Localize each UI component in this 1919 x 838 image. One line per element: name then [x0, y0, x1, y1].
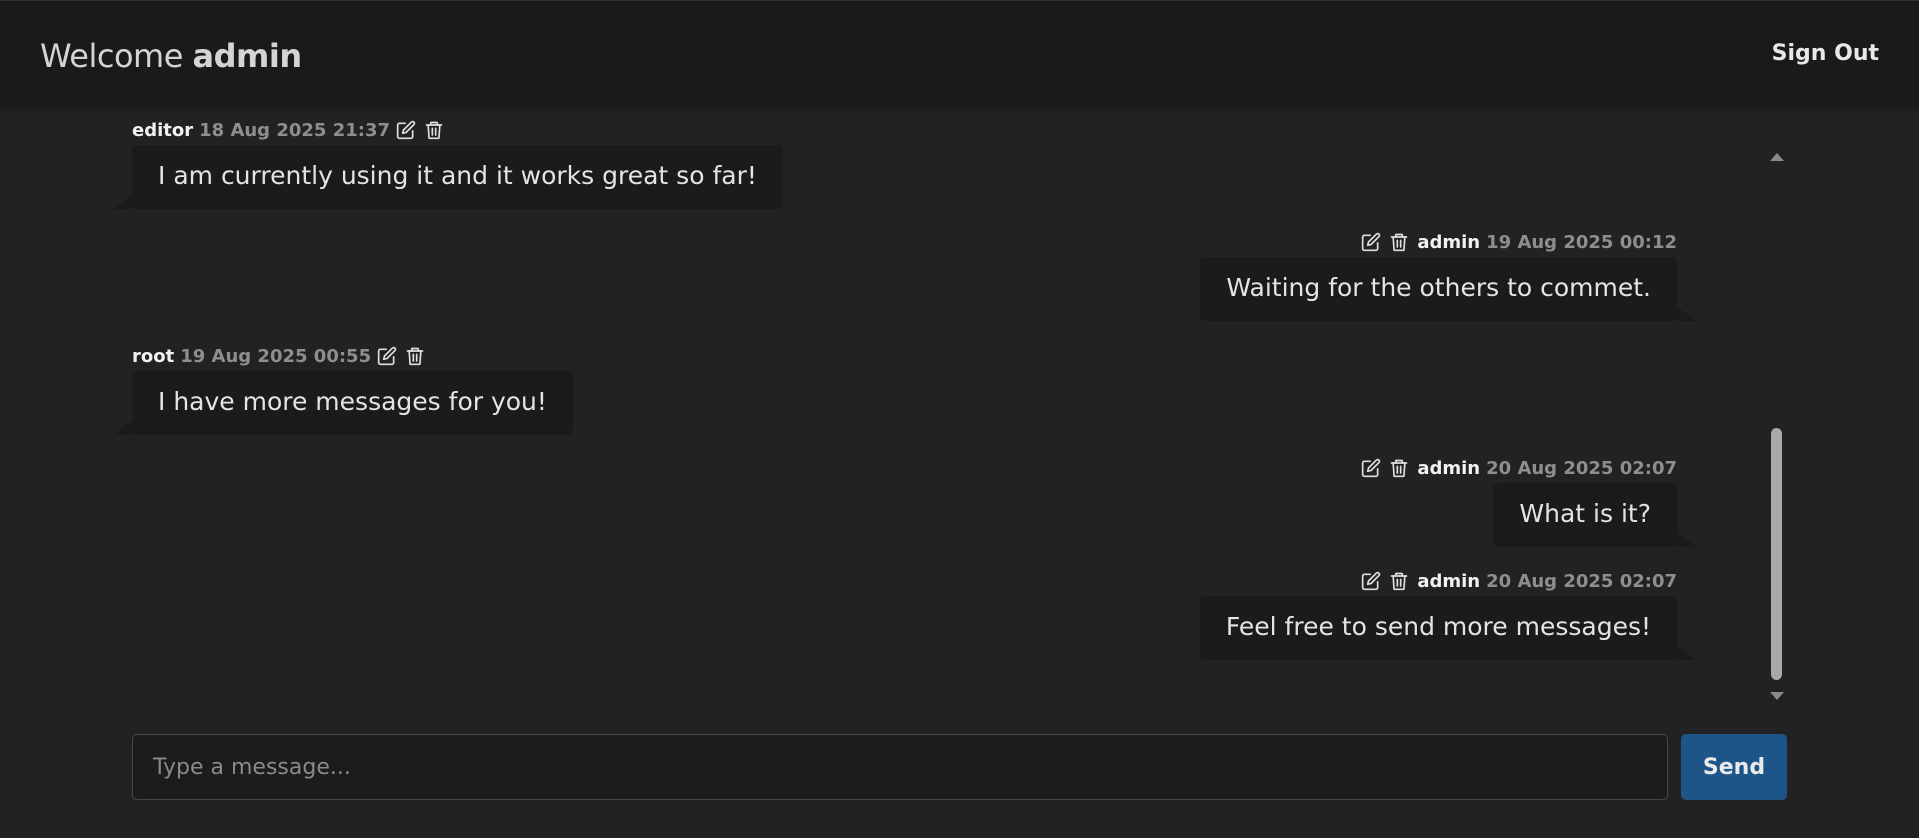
edit-icon[interactable]: [1361, 458, 1383, 480]
message-timestamp: 19 Aug 2025 00:55: [180, 346, 372, 367]
edit-icon[interactable]: [1361, 232, 1383, 254]
edit-icon[interactable]: [396, 120, 418, 142]
scroll-up-arrow-icon[interactable]: [1770, 153, 1784, 161]
message-meta: admin 19 Aug 2025 00:12: [1200, 232, 1677, 254]
message-author: admin: [1417, 571, 1481, 592]
edit-icon[interactable]: [377, 346, 399, 368]
message-author: editor: [132, 120, 194, 141]
message-input[interactable]: [132, 734, 1668, 800]
message-bubble: I have more messages for you!: [112, 371, 573, 435]
message-timestamp: 20 Aug 2025 02:07: [1486, 458, 1677, 479]
trash-icon[interactable]: [405, 346, 427, 368]
message-item: admin 20 Aug 2025 02:07 Feel free to sen…: [1199, 571, 1698, 660]
message-meta: admin 20 Aug 2025 02:07: [1361, 458, 1677, 480]
app-header: Welcome admin Sign Out: [0, 0, 1919, 106]
message-author: admin: [1417, 458, 1481, 479]
trash-icon[interactable]: [424, 120, 446, 142]
trash-icon[interactable]: [1389, 232, 1411, 254]
welcome-prefix: Welcome: [40, 37, 183, 75]
send-button[interactable]: Send: [1681, 734, 1787, 800]
message-timestamp: 20 Aug 2025 02:07: [1486, 571, 1677, 592]
message-author: root: [132, 346, 175, 367]
edit-icon[interactable]: [1361, 571, 1383, 593]
message-item: admin 19 Aug 2025 00:12 Waiting for the …: [1200, 232, 1697, 321]
message-bubble: Feel free to send more messages!: [1199, 596, 1698, 660]
message-timestamp: 19 Aug 2025 00:12: [1486, 232, 1677, 253]
message-item: root 19 Aug 2025 00:55 I have more messa…: [112, 346, 573, 435]
message-author: admin: [1417, 232, 1481, 253]
message-item: editor 18 Aug 2025 21:37 I am currently …: [112, 120, 783, 209]
welcome-username: admin: [192, 37, 303, 75]
message-meta: editor 18 Aug 2025 21:37: [132, 120, 783, 142]
message-bubble: Waiting for the others to commet.: [1200, 257, 1697, 321]
welcome-title: Welcome admin: [40, 37, 302, 75]
message-list: editor 18 Aug 2025 21:37 I am currently …: [112, 106, 1765, 704]
message-timestamp: 18 Aug 2025 21:37: [199, 120, 390, 141]
trash-icon[interactable]: [1389, 458, 1411, 480]
scroll-down-arrow-icon[interactable]: [1770, 692, 1784, 700]
message-bubble: What is it?: [1493, 483, 1697, 547]
message-meta: admin 20 Aug 2025 02:07: [1200, 571, 1677, 593]
message-item: admin 20 Aug 2025 02:07 What is it?: [1361, 458, 1697, 547]
message-bubble: I am currently using it and it works gre…: [112, 145, 783, 209]
trash-icon[interactable]: [1389, 571, 1411, 593]
message-meta: root 19 Aug 2025 00:55: [132, 346, 573, 368]
sign-out-button[interactable]: Sign Out: [1772, 41, 1879, 66]
scrollbar-thumb[interactable]: [1771, 428, 1782, 680]
